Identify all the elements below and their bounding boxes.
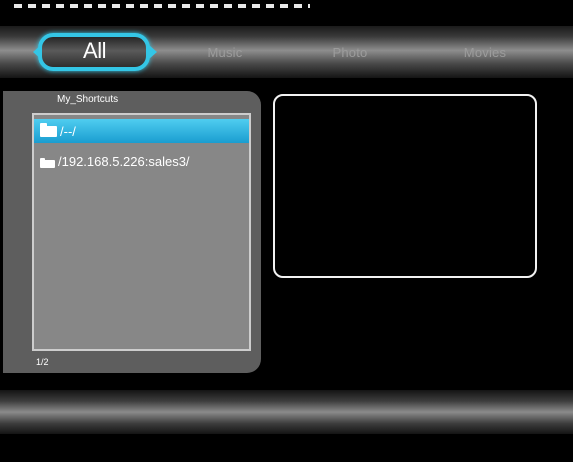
- tab-movies[interactable]: Movies: [445, 26, 525, 78]
- media-tab-bar: All Music Photo Movies: [0, 26, 573, 78]
- list-item-label: /--/: [60, 123, 76, 139]
- bottom-status-bar: [0, 390, 573, 434]
- list-item-root[interactable]: /--/: [34, 119, 249, 143]
- shortcuts-panel: My_Shortcuts /--/ /192.168.5.226:sales3/…: [3, 91, 261, 373]
- page-indicator: 1/2: [36, 357, 49, 367]
- shortcuts-list[interactable]: /--/ /192.168.5.226:sales3/: [32, 113, 251, 351]
- list-item-label: /192.168.5.226:sales3/: [58, 153, 190, 169]
- list-item-network-share[interactable]: /192.168.5.226:sales3/: [34, 149, 249, 173]
- tab-movies-label: Movies: [463, 44, 507, 60]
- tab-photo-label: Photo: [332, 44, 368, 60]
- shortcuts-title: My_Shortcuts: [57, 94, 119, 105]
- tab-photo[interactable]: Photo: [310, 26, 390, 78]
- tab-all[interactable]: All: [30, 26, 165, 78]
- tab-music-label: Music: [207, 44, 243, 60]
- tab-all-label: All: [83, 38, 106, 63]
- tab-music[interactable]: Music: [190, 26, 260, 78]
- arrow-left-icon[interactable]: [33, 45, 41, 59]
- top-edge-dots: [14, 4, 310, 8]
- preview-pane: [273, 94, 537, 278]
- folder-icon: [40, 158, 55, 168]
- arrow-right-icon[interactable]: [149, 45, 157, 59]
- folder-icon: [40, 122, 57, 137]
